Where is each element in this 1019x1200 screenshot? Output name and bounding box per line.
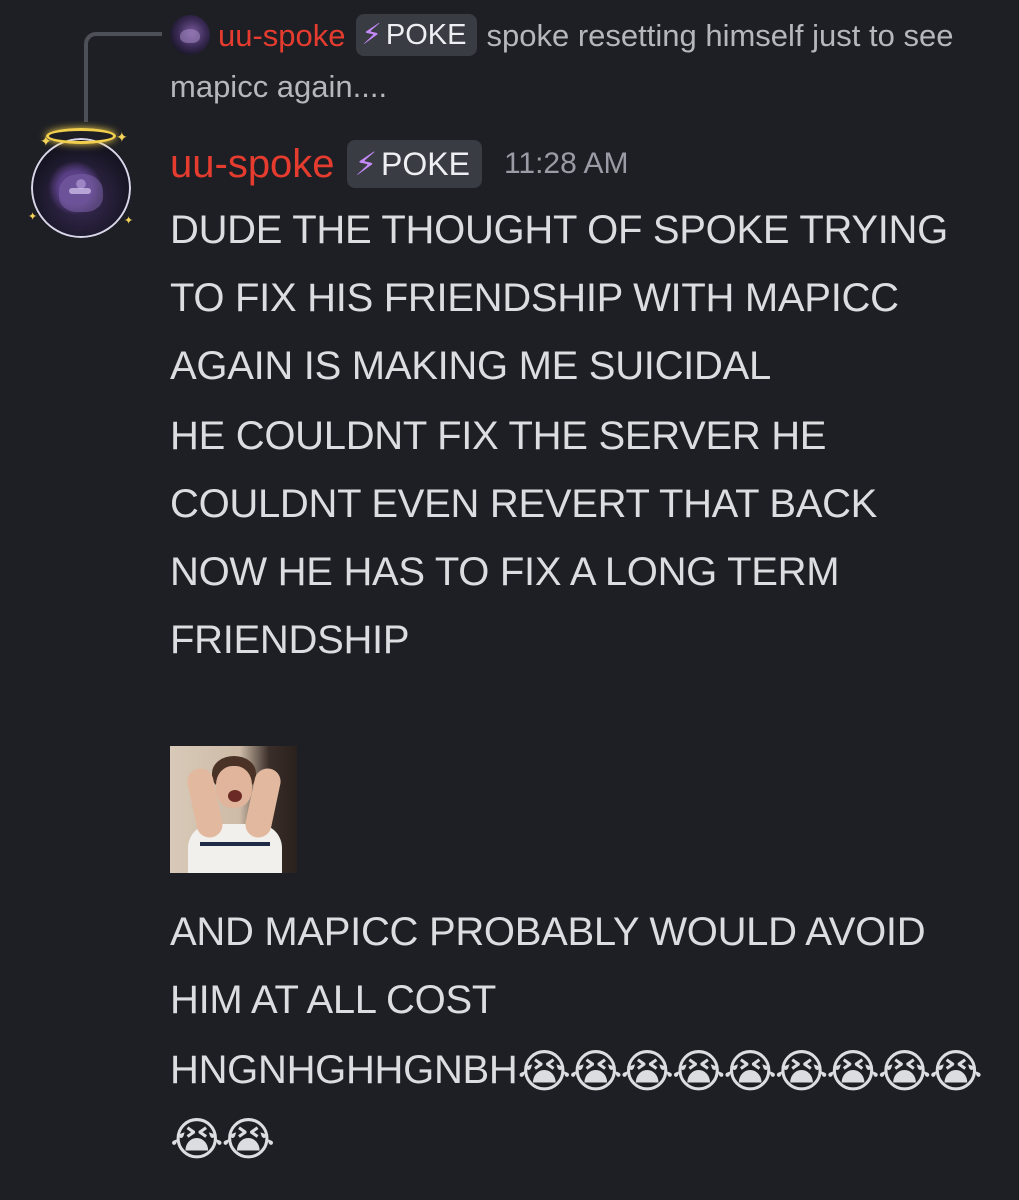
message-paragraph: AND MAPICC PROBABLY WOULD AVOID HIM AT A… (170, 910, 926, 1022)
message-header: uu-spoke ⚡ POKE 11:28 AM (170, 136, 628, 192)
halo-decoration (46, 128, 116, 144)
message-timestamp[interactable]: 11:28 AM (504, 147, 629, 181)
gif-attachment[interactable] (170, 746, 297, 873)
sparkle-icon: ✦ (40, 133, 52, 149)
reply-connector (84, 32, 162, 122)
lightning-icon: ⚡ (361, 19, 382, 51)
loudly-crying-emoji-icon[interactable]: 😭 (723, 1047, 777, 1095)
reply-avatar[interactable] (170, 15, 210, 55)
reply-preview[interactable]: uu-spoke ⚡ POKE spoke resetting himself jus… (170, 10, 970, 112)
avatar-image[interactable] (31, 138, 131, 238)
reply-tag-label: POKE (385, 19, 467, 51)
loudly-crying-emoji-icon[interactable]: 😭 (221, 1115, 275, 1163)
loudly-crying-emoji-icon[interactable]: 😭 (878, 1047, 932, 1095)
avatar[interactable]: ✦ ✦ ✦ ✦ (26, 128, 136, 240)
loudly-crying-emoji-icon[interactable]: 😭 (569, 1047, 623, 1095)
tag-label: POKE (381, 146, 470, 182)
loudly-crying-emoji-icon[interactable]: 😭 (775, 1047, 829, 1095)
sparkle-icon: ✦ (28, 211, 38, 223)
loudly-crying-emoji-icon[interactable]: 😭 (620, 1047, 674, 1095)
lightning-icon: ⚡ (354, 146, 378, 182)
reply-server-tag[interactable]: ⚡ POKE (355, 14, 477, 56)
message-paragraph: HE COULDNT FIX THE SERVER HE COULDNT EVE… (170, 414, 878, 662)
loudly-crying-emoji-icon[interactable]: 😭 (929, 1047, 983, 1095)
sparkle-icon: ✦ (116, 129, 128, 145)
sparkle-icon: ✦ (124, 215, 134, 227)
loudly-crying-emoji-icon[interactable]: 😭 (518, 1047, 572, 1095)
loudly-crying-emoji-icon[interactable]: 😭 (826, 1047, 880, 1095)
loudly-crying-emoji-icon[interactable]: 😭 (170, 1115, 224, 1163)
reply-username[interactable]: uu-spoke (218, 18, 346, 53)
message-last-text: HNGNHGHHGNBH (170, 1048, 518, 1092)
message-paragraph: DUDE THE THOUGHT OF SPOKE TRYING TO FIX … (170, 208, 948, 388)
loudly-crying-emoji-icon[interactable]: 😭 (672, 1047, 726, 1095)
chat-view: uu-spoke ⚡ POKE spoke resetting himself jus… (0, 0, 1019, 1200)
message-content-continued: AND MAPICC PROBABLY WOULD AVOID HIM AT A… (170, 898, 990, 1172)
message-username[interactable]: uu-spoke (170, 142, 335, 187)
message-content: DUDE THE THOUGHT OF SPOKE TRYING TO FIX … (170, 196, 980, 674)
server-tag[interactable]: ⚡ POKE (346, 140, 482, 188)
message-last-line: HNGNHGHHGNBH😭😭😭😭😭😭😭😭😭😭😭 (170, 1036, 990, 1172)
